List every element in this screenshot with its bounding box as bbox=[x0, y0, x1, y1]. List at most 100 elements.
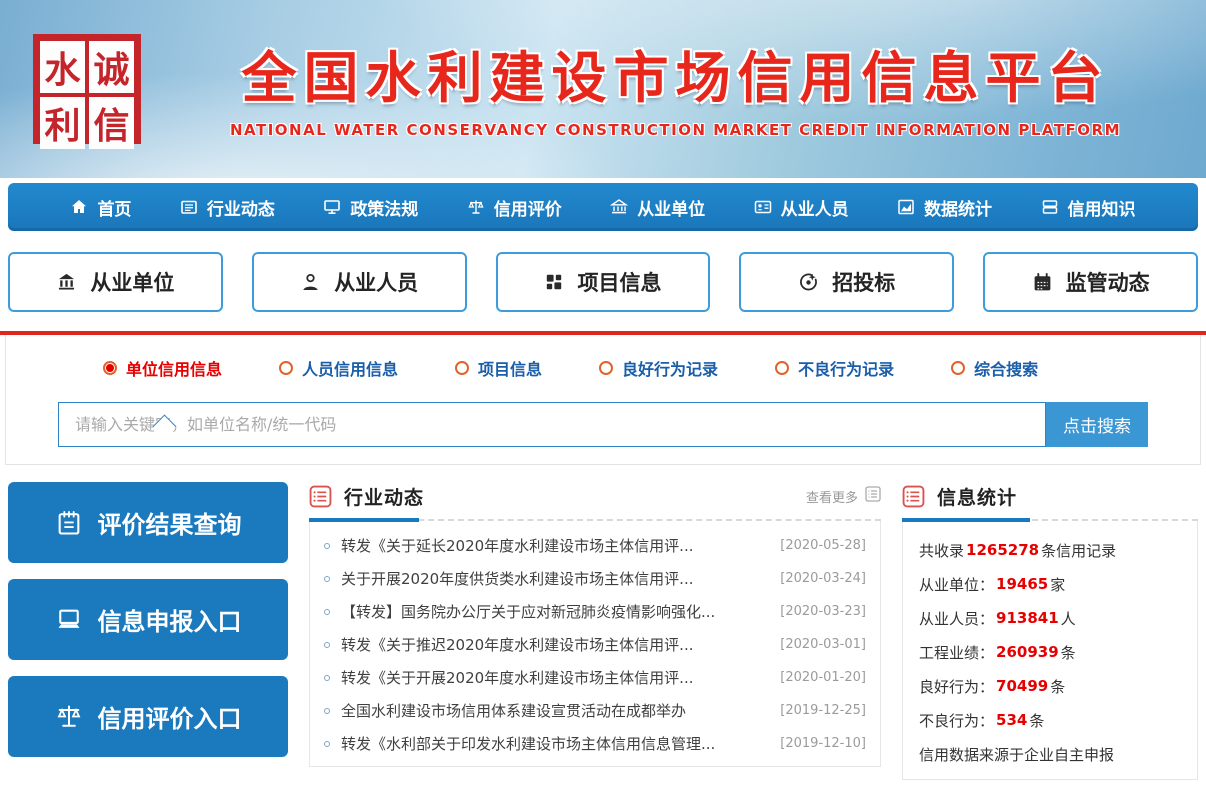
feature-button-supervision[interactable]: 监管动态 bbox=[983, 252, 1198, 312]
stat-label: 工程业绩： bbox=[919, 642, 994, 663]
nav-item-industry-news[interactable]: 行业动态 bbox=[180, 195, 275, 220]
sidebar-button-evaluation-results[interactable]: 评价结果查询 bbox=[8, 482, 288, 563]
sidebar-button-label: 信息申报入口 bbox=[98, 602, 242, 637]
stat-value: 260939 bbox=[994, 643, 1061, 661]
laptop-icon bbox=[55, 606, 83, 634]
news-item[interactable]: 【转发】国务院办公厅关于应对新冠肺炎疫情影响强化... [2020-03-23] bbox=[324, 595, 866, 628]
news-item[interactable]: 转发《关于推迟2020年度水利建设市场主体信用评... [2020-03-01] bbox=[324, 628, 866, 661]
search-input[interactable] bbox=[58, 402, 1046, 447]
nav-item-home[interactable]: 首页 bbox=[70, 195, 131, 220]
list-icon bbox=[309, 485, 332, 508]
tab-good-behavior[interactable]: 良好行为记录 bbox=[599, 356, 718, 380]
stats-panel: 信息统计 共收录1265278 条信用记录 从业单位：19465 家 从业人员：… bbox=[902, 482, 1198, 780]
search-button[interactable]: 点击搜索 bbox=[1046, 402, 1148, 447]
nav-item-statistics[interactable]: 数据统计 bbox=[897, 195, 992, 220]
feature-button-employers[interactable]: 从业单位 bbox=[8, 252, 223, 312]
bullet-icon bbox=[324, 576, 330, 582]
seal-char: 诚 bbox=[89, 41, 134, 93]
nav-item-credit-knowledge[interactable]: 信用知识 bbox=[1041, 195, 1136, 220]
feature-button-bidding[interactable]: 招投标 bbox=[739, 252, 954, 312]
news-panel-header: 行业动态 查看更多 bbox=[309, 482, 881, 510]
news-item-title: 转发《关于延长2020年度水利建设市场主体信用评... bbox=[341, 535, 780, 556]
list-icon bbox=[902, 485, 925, 508]
tab-label: 项目信息 bbox=[478, 356, 542, 380]
stats-footer-note: 信用数据来源于企业自主申报 bbox=[919, 737, 1181, 771]
nav-item-label: 首页 bbox=[97, 195, 131, 220]
tab-comprehensive-search[interactable]: 综合搜索 bbox=[951, 356, 1038, 380]
radio-icon bbox=[951, 361, 965, 375]
tab-project-info[interactable]: 项目信息 bbox=[455, 356, 542, 380]
nav-item-credit-rating[interactable]: 信用评价 bbox=[467, 195, 562, 220]
news-item-title: 转发《水利部关于印发水利建设市场主体信用信息管理... bbox=[341, 733, 780, 754]
feature-button-label: 项目信息 bbox=[577, 267, 661, 297]
stat-unit: 条 bbox=[1061, 642, 1076, 663]
chart-icon bbox=[897, 198, 915, 216]
tab-personnel-credit-info[interactable]: 人员信用信息 bbox=[279, 356, 398, 380]
search-section: 单位信用信息 人员信用信息 项目信息 良好行为记录 不良行为记录 综合搜索 bbox=[5, 335, 1201, 465]
seal-char: 信 bbox=[89, 97, 134, 149]
page: 水 诚 利 信 全国水利建设市场信用信息平台 NATIONAL WATER CO… bbox=[0, 0, 1206, 789]
news-panel-title: 行业动态 bbox=[344, 483, 424, 510]
nav-item-employers[interactable]: 从业单位 bbox=[610, 195, 705, 220]
site-subtitle: NATIONAL WATER CONSERVANCY CONSTRUCTION … bbox=[165, 121, 1186, 139]
feature-buttons: 从业单位 从业人员 项目信息 招投标 监管动态 bbox=[8, 252, 1198, 312]
feature-button-practitioners[interactable]: 从业人员 bbox=[252, 252, 467, 312]
stats-panel-header: 信息统计 bbox=[902, 482, 1198, 510]
target-icon bbox=[798, 272, 819, 293]
stat-unit: 条 bbox=[1050, 676, 1065, 697]
nav-item-label: 政策法规 bbox=[350, 195, 418, 220]
bank-icon bbox=[610, 198, 628, 216]
book-icon bbox=[1041, 198, 1059, 216]
news-item-date: [2020-03-23] bbox=[780, 604, 866, 619]
tab-label: 良好行为记录 bbox=[622, 356, 718, 380]
stat-total-records: 共收录1265278 条信用记录 bbox=[919, 533, 1181, 567]
tab-label: 综合搜索 bbox=[974, 356, 1038, 380]
news-item-date: [2019-12-10] bbox=[780, 736, 866, 751]
news-item[interactable]: 转发《关于开展2020年度水利建设市场主体信用评... [2020-01-20] bbox=[324, 661, 866, 694]
news-panel-rule bbox=[309, 519, 881, 521]
radio-icon bbox=[775, 361, 789, 375]
nav-item-policies[interactable]: 政策法规 bbox=[323, 195, 418, 220]
news-more-link[interactable]: 查看更多 bbox=[806, 486, 881, 506]
stat-unit: 条信用记录 bbox=[1041, 540, 1116, 561]
news-item[interactable]: 关于开展2020年度供货类水利建设市场主体信用评... [2020-03-24] bbox=[324, 562, 866, 595]
news-item[interactable]: 全国水利建设市场信用体系建设宣贯活动在成都举办 [2019-12-25] bbox=[324, 694, 866, 727]
title-block: 全国水利建设市场信用信息平台 NATIONAL WATER CONSERVANC… bbox=[141, 33, 1186, 139]
nav-item-practitioners[interactable]: 从业人员 bbox=[754, 195, 849, 220]
radio-icon bbox=[599, 361, 613, 375]
nav-item-label: 信用评价 bbox=[494, 195, 562, 220]
stat-good-behavior: 良好行为：70499 条 bbox=[919, 669, 1181, 703]
bullet-icon bbox=[324, 675, 330, 681]
sidebar-button-info-declaration[interactable]: 信息申报入口 bbox=[8, 579, 288, 660]
stat-unit: 人 bbox=[1061, 608, 1076, 629]
feature-button-label: 监管动态 bbox=[1066, 267, 1150, 297]
sidebar-button-credit-evaluation[interactable]: 信用评价入口 bbox=[8, 676, 288, 757]
news-panel: 行业动态 查看更多 转发《关于延长2020年度水利建设市场主体信用评... [2… bbox=[309, 482, 881, 780]
site-title: 全国水利建设市场信用信息平台 bbox=[165, 33, 1186, 113]
tab-bad-behavior[interactable]: 不良行为记录 bbox=[775, 356, 894, 380]
main-nav: 首页 行业动态 政策法规 信用评价 从业单位 从业人员 数据统计 信用知识 bbox=[8, 183, 1198, 231]
site-logo: 水 诚 利 信 bbox=[33, 34, 141, 144]
news-item[interactable]: 转发《关于延长2020年度水利建设市场主体信用评... [2020-05-28] bbox=[324, 529, 866, 562]
seal-char: 水 bbox=[40, 41, 85, 93]
nav-item-label: 信用知识 bbox=[1068, 195, 1136, 220]
news-item-title: 转发《关于推迟2020年度水利建设市场主体信用评... bbox=[341, 634, 780, 655]
more-label: 查看更多 bbox=[806, 487, 858, 506]
nav-item-label: 数据统计 bbox=[924, 195, 992, 220]
seal-char: 利 bbox=[40, 97, 85, 149]
nav-item-label: 从业单位 bbox=[637, 195, 705, 220]
radio-icon bbox=[279, 361, 293, 375]
news-item-date: [2019-12-25] bbox=[780, 703, 866, 718]
seal-grid: 水 诚 利 信 bbox=[40, 41, 134, 137]
sidebar-button-label: 信用评价入口 bbox=[98, 699, 242, 734]
stat-value: 913841 bbox=[994, 609, 1061, 627]
tab-unit-credit-info[interactable]: 单位信用信息 bbox=[103, 356, 222, 380]
monitor-icon bbox=[323, 198, 341, 216]
news-item-date: [2020-01-20] bbox=[780, 670, 866, 685]
feature-button-projects[interactable]: 项目信息 bbox=[496, 252, 711, 312]
stat-value: 534 bbox=[994, 711, 1029, 729]
news-icon bbox=[180, 198, 198, 216]
news-item[interactable]: 转发《水利部关于印发水利建设市场主体信用信息管理... [2019-12-10] bbox=[324, 727, 866, 760]
idcard-icon bbox=[754, 198, 772, 216]
news-item-title: 关于开展2020年度供货类水利建设市场主体信用评... bbox=[341, 568, 780, 589]
